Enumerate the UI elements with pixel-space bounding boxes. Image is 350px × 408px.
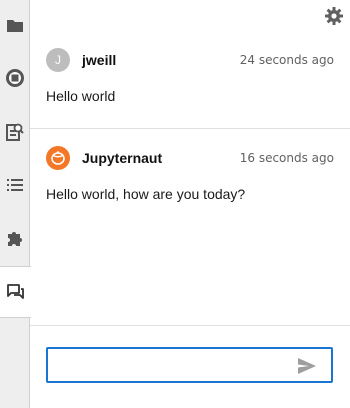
sidebar-item-running[interactable] <box>0 52 30 104</box>
sidebar-item-table-of-contents[interactable] <box>0 159 30 211</box>
message-timestamp: 24 seconds ago <box>239 53 334 67</box>
message-divider <box>30 128 350 129</box>
toc-list-icon <box>7 178 23 192</box>
jupyter-logo-icon <box>46 146 70 170</box>
send-button[interactable] <box>297 357 317 375</box>
message-body: Hello world, how are you today? <box>46 186 246 202</box>
gear-icon <box>324 7 344 30</box>
chat-message-header: Jupyternaut 16 seconds ago <box>46 145 334 171</box>
avatar: J <box>46 48 70 72</box>
folder-icon <box>6 18 24 34</box>
settings-button[interactable] <box>324 6 344 26</box>
sidebar-item-chat[interactable] <box>0 266 31 318</box>
input-divider <box>30 325 350 326</box>
chat-input-box <box>46 347 333 383</box>
message-author: jweill <box>82 52 117 68</box>
sidebar-item-extensions[interactable] <box>0 212 30 264</box>
avatar-letter: J <box>55 53 61 67</box>
chat-input[interactable] <box>54 349 291 381</box>
extension-icon <box>6 229 24 247</box>
message-author: Jupyternaut <box>82 150 163 166</box>
message-timestamp: 16 seconds ago <box>239 151 334 165</box>
chat-message-header: J jweill 24 seconds ago <box>46 47 334 73</box>
left-sidebar <box>0 0 31 408</box>
sidebar-item-files[interactable] <box>0 0 30 52</box>
message-body: Hello world <box>46 88 116 104</box>
sidebar-item-property-inspector[interactable] <box>0 106 30 158</box>
property-inspector-icon <box>6 122 24 142</box>
send-icon <box>297 358 317 379</box>
chat-icon <box>6 283 26 301</box>
running-icon <box>5 68 25 88</box>
